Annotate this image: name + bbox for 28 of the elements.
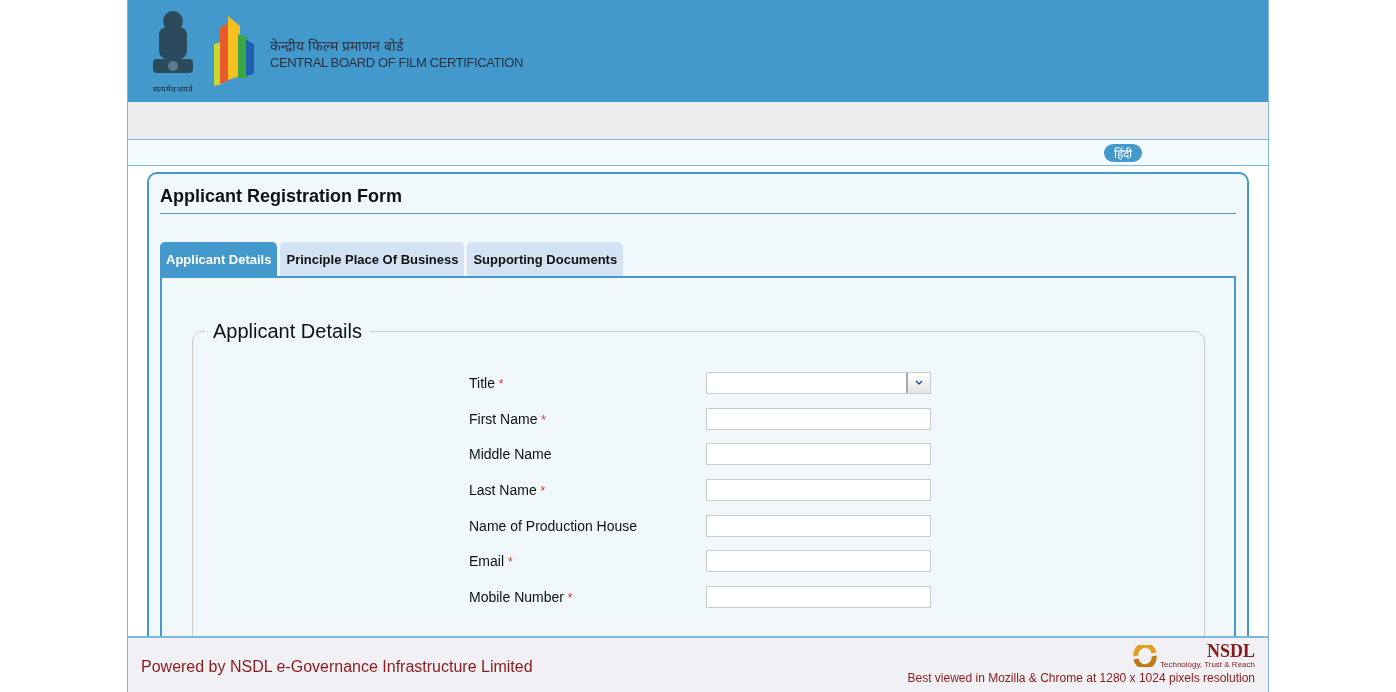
input-field[interactable] [706, 443, 931, 466]
powered-by-text: Powered by NSDL e-Governance Infrastructure Limited [141, 658, 533, 676]
tab[interactable]: Supporting Documents [467, 242, 624, 276]
chevron-down-icon [915, 380, 923, 386]
nsdl-name: NSDL [1207, 642, 1255, 660]
dropdown-field[interactable] [706, 371, 931, 394]
tab[interactable]: Principle Place Of Business [280, 242, 465, 276]
nsdl-tagline: Technology, Trust & Reach [1160, 660, 1255, 669]
field-label: Middle Name [469, 446, 553, 463]
field-label: Name of Production House [469, 517, 639, 534]
best-viewed-text: Best viewed in Mozilla & Chrome at 1280 x 1024 pixels resolution [907, 671, 1255, 685]
input-field[interactable] [706, 550, 931, 573]
field-label: First Name * [469, 410, 547, 427]
field-label: Email * [469, 553, 514, 570]
logo-hindi-text: केन्द्रीय फिल्म प्रमाणन बोर्ड [270, 37, 405, 55]
input-field[interactable] [706, 407, 931, 430]
film-logo-icon [212, 14, 256, 88]
emblem-motto: सत्यमेव जयते [152, 85, 194, 95]
logo-english-text: CENTRAL BOARD OF FILM CERTIFICATION [270, 55, 523, 71]
section-title: Applicant Details [212, 320, 363, 343]
field-label: Mobile Number * [469, 588, 574, 605]
form-title: Applicant Registration Form [160, 186, 1236, 214]
field-label: Title * [469, 374, 505, 391]
field-label: Last Name * [469, 481, 547, 498]
input-field[interactable] [706, 514, 931, 537]
nsdl-logo-icon [1133, 644, 1157, 667]
input-field[interactable] [706, 585, 931, 608]
input-field[interactable] [706, 478, 931, 501]
